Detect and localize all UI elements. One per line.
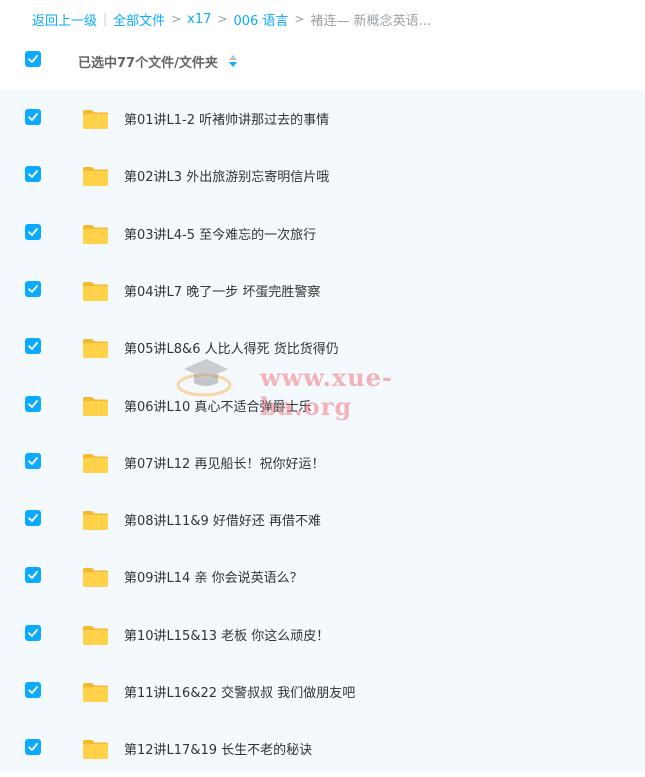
folder-icon xyxy=(83,224,108,244)
list-item[interactable]: 第07讲L12 再见船长！祝你好运！ xyxy=(0,434,645,491)
breadcrumb-language[interactable]: 006 语言 xyxy=(233,10,288,29)
row-checkbox[interactable] xyxy=(25,395,41,412)
chevron-right-icon: > xyxy=(294,12,305,26)
list-item[interactable]: 第01讲L1-2 听褚帅讲那过去的事情 xyxy=(0,90,645,147)
chevron-right-icon: > xyxy=(171,12,182,26)
row-checkbox[interactable] xyxy=(25,280,41,297)
folder-icon xyxy=(83,110,108,129)
list-item[interactable]: 第04讲L7 晚了一步 坏蛋完胜警察 xyxy=(0,262,645,319)
file-list: 第01讲L1-2 听褚帅讲那过去的事情 第02讲L3 外出旅游别忘寄明信片哦 第03… xyxy=(0,90,645,773)
folder-icon xyxy=(83,683,108,702)
folder-icon xyxy=(83,625,108,645)
folder-icon xyxy=(83,281,108,301)
breadcrumb-x17[interactable]: x17 xyxy=(187,12,211,27)
row-checkbox[interactable] xyxy=(25,109,41,125)
select-all-checkbox[interactable] xyxy=(25,51,41,67)
list-item[interactable]: 第10讲L15&13 老板 你这么顽皮！ xyxy=(0,606,645,663)
list-item[interactable]: 第05讲L8&6 人比人得死 货比货得仍 xyxy=(0,319,645,376)
row-checkbox[interactable] xyxy=(25,223,41,240)
list-item[interactable]: 第06讲L10 真心不适合弹爵士乐 xyxy=(0,377,645,434)
row-checkbox[interactable] xyxy=(25,739,41,756)
back-link[interactable]: 返回上一级 xyxy=(32,10,97,29)
row-checkbox[interactable] xyxy=(25,682,41,698)
row-checkbox[interactable] xyxy=(25,510,41,527)
list-item[interactable]: 第02讲L3 外出旅游别忘寄明信片哦 xyxy=(0,147,645,204)
file-name[interactable]: 第08讲L11&9 好借好还 再借不难 xyxy=(124,510,321,529)
list-header: 已选中77个文件/文件夹 xyxy=(0,42,645,86)
chevron-right-icon: > xyxy=(217,12,228,26)
list-item[interactable]: 第11讲L16&22 交警叔叔 我们做朋友吧 xyxy=(0,663,645,720)
file-name[interactable]: 第06讲L10 真心不适合弹爵士乐 xyxy=(124,396,311,415)
file-name[interactable]: 第07讲L12 再见船长！祝你好运！ xyxy=(124,453,324,472)
file-name[interactable]: 第11讲L16&22 交警叔叔 我们做朋友吧 xyxy=(124,682,355,701)
breadcrumb: 返回上一级 | 全部文件 > x17 > 006 语言 > 褚连— 新概念英语.… xyxy=(32,9,431,29)
folder-icon xyxy=(83,167,108,187)
file-name[interactable]: 第10讲L15&13 老板 你这么顽皮！ xyxy=(124,625,329,644)
file-name[interactable]: 第04讲L7 晚了一步 坏蛋完胜警察 xyxy=(124,281,320,300)
list-item[interactable]: 第08讲L11&9 好借好还 再借不难 xyxy=(0,491,645,548)
file-name[interactable]: 第01讲L1-2 听褚帅讲那过去的事情 xyxy=(124,109,329,128)
row-checkbox[interactable] xyxy=(25,624,41,641)
folder-icon xyxy=(83,453,108,473)
file-name[interactable]: 第09讲L14 亲 你会说英语么？ xyxy=(124,567,303,586)
folder-icon xyxy=(83,396,108,416)
sort-icon[interactable] xyxy=(228,54,238,68)
file-name[interactable]: 第05讲L8&6 人比人得死 货比货得仍 xyxy=(124,338,339,357)
row-checkbox[interactable] xyxy=(25,567,41,584)
breadcrumb-divider: | xyxy=(103,12,108,26)
list-item[interactable]: 第09讲L14 亲 你会说英语么？ xyxy=(0,548,645,605)
list-item[interactable]: 第12讲L17&19 长生不老的秘诀 xyxy=(0,720,645,777)
folder-icon xyxy=(83,740,108,760)
breadcrumb-all-files[interactable]: 全部文件 xyxy=(113,10,165,29)
folder-icon xyxy=(83,339,108,359)
row-checkbox[interactable] xyxy=(25,166,41,183)
row-checkbox[interactable] xyxy=(25,452,41,469)
selection-count: 已选中77个文件/文件夹 xyxy=(78,56,218,71)
breadcrumb-current: 褚连— 新概念英语... xyxy=(310,13,431,29)
file-name[interactable]: 第02讲L3 外出旅游别忘寄明信片哦 xyxy=(124,166,329,185)
row-checkbox[interactable] xyxy=(25,338,41,355)
folder-icon xyxy=(83,511,108,531)
file-name[interactable]: 第03讲L4-5 至今难忘的一次旅行 xyxy=(124,224,316,243)
file-name[interactable]: 第12讲L17&19 长生不老的秘诀 xyxy=(124,739,312,758)
list-item[interactable]: 第03讲L4-5 至今难忘的一次旅行 xyxy=(0,205,645,262)
folder-icon xyxy=(83,568,108,588)
